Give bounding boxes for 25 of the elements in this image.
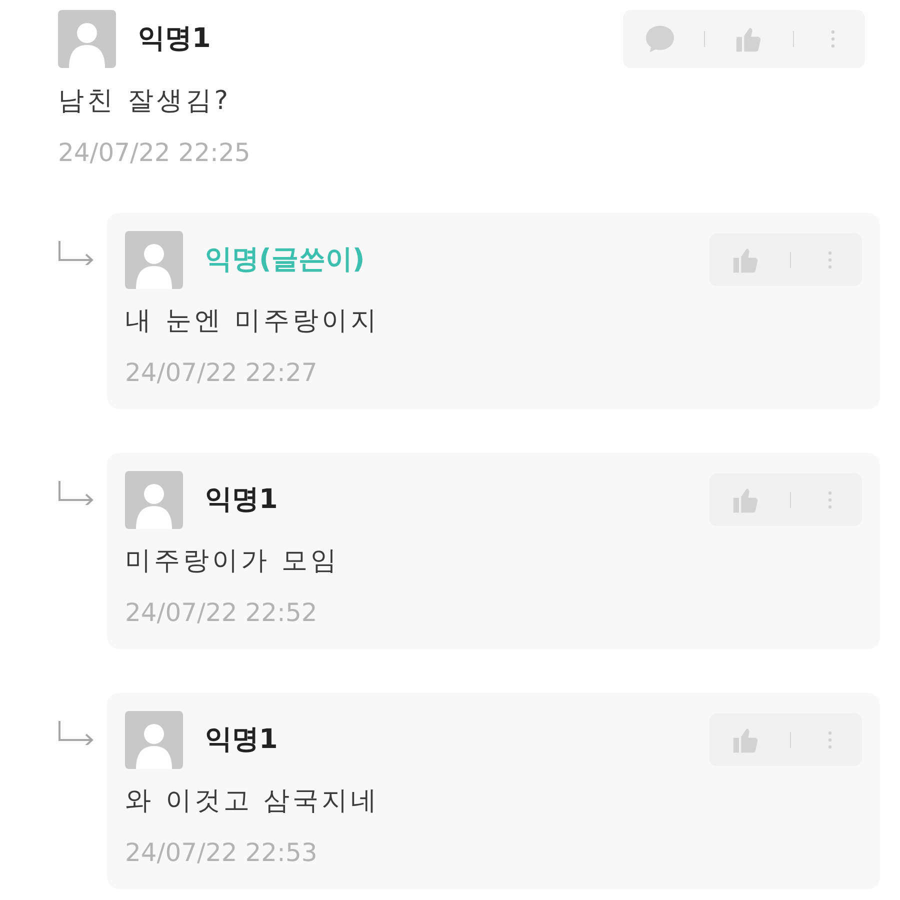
author-name: 익명(글쓴이) <box>205 243 365 277</box>
author-name: 익명1 <box>138 22 211 56</box>
thumbs-up-icon <box>735 25 763 53</box>
avatar-icon <box>125 471 183 529</box>
avatar-icon <box>58 10 116 68</box>
more-icon <box>828 490 832 508</box>
more-icon <box>828 730 832 748</box>
timestamp: 24/07/22 22:25 <box>58 137 250 169</box>
author-name: 익명1 <box>205 723 278 757</box>
author-name: 익명1 <box>205 483 278 517</box>
reply-arrow-icon <box>58 721 95 745</box>
reply-arrow-icon <box>58 241 95 265</box>
timestamp: 24/07/22 22:52 <box>125 597 318 629</box>
comment-text: 미주랑이가 모임 <box>125 545 340 578</box>
speech-bubble-icon <box>646 25 674 53</box>
timestamp: 24/07/22 22:53 <box>125 837 318 869</box>
avatar-icon <box>125 711 183 769</box>
comment-text: 와 이것고 삼국지네 <box>125 785 381 818</box>
reply-arrow-icon <box>58 481 95 505</box>
avatar-icon <box>125 231 183 289</box>
comment-text: 내 눈엔 미주랑이지 <box>125 305 381 338</box>
more-icon <box>828 250 832 268</box>
timestamp: 24/07/22 22:27 <box>125 357 318 389</box>
more-icon <box>831 30 835 48</box>
comment-text: 남친 잘생김? <box>58 85 232 118</box>
